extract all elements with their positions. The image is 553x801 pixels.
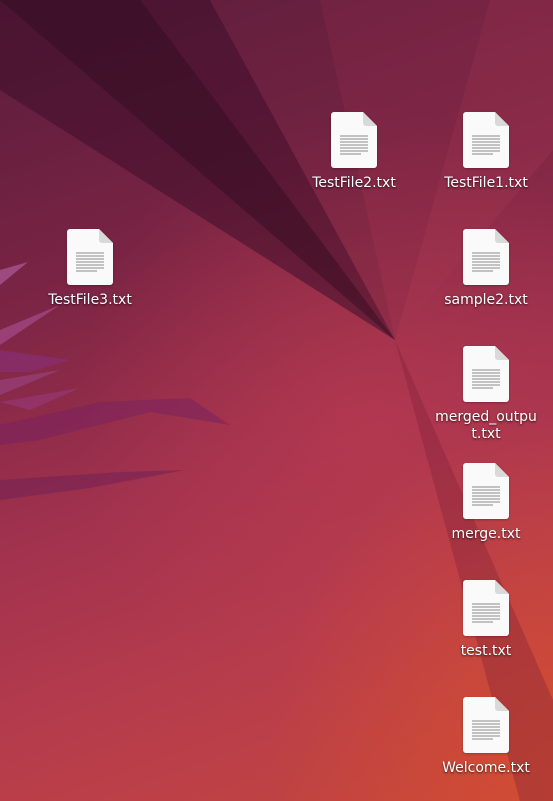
- file-label: test.txt: [460, 643, 512, 659]
- file-label: TestFile1.txt: [444, 175, 528, 191]
- file-label: merged_output.txt: [435, 409, 537, 442]
- desktop-file-merged-output[interactable]: merged_output.txt: [431, 346, 541, 446]
- text-file-icon: [463, 580, 509, 636]
- desktop-file-testfile1[interactable]: TestFile1.txt: [431, 112, 541, 212]
- file-label: TestFile3.txt: [48, 292, 132, 308]
- desktop-file-sample2[interactable]: sample2.txt: [431, 229, 541, 329]
- desktop-background[interactable]: TestFile2.txt TestFile1.txt TestFile3.tx…: [0, 0, 553, 801]
- desktop-file-welcome[interactable]: Welcome.txt: [431, 697, 541, 797]
- file-label: TestFile2.txt: [312, 175, 396, 191]
- desktop-file-testfile2[interactable]: TestFile2.txt: [299, 112, 409, 212]
- desktop-file-test[interactable]: test.txt: [431, 580, 541, 680]
- text-file-icon: [463, 346, 509, 402]
- text-file-icon: [463, 229, 509, 285]
- file-label: merge.txt: [451, 526, 521, 542]
- desktop-file-merge[interactable]: merge.txt: [431, 463, 541, 563]
- file-label: sample2.txt: [444, 292, 528, 308]
- text-file-icon: [463, 112, 509, 168]
- text-file-icon: [463, 697, 509, 753]
- desktop-file-testfile3[interactable]: TestFile3.txt: [35, 229, 145, 329]
- file-label: Welcome.txt: [442, 760, 530, 776]
- text-file-icon: [67, 229, 113, 285]
- text-file-icon: [463, 463, 509, 519]
- text-file-icon: [331, 112, 377, 168]
